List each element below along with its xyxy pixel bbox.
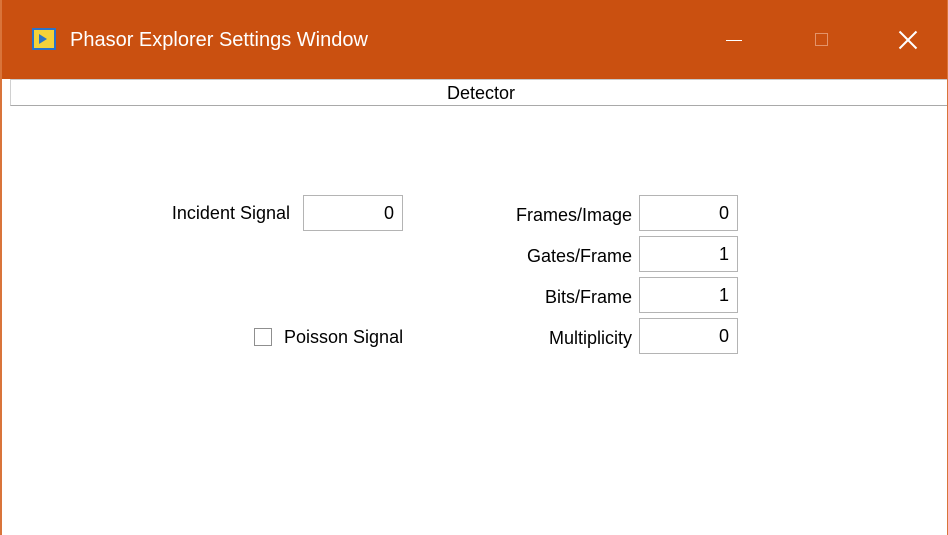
incident-signal-label: Incident Signal: [171, 203, 290, 223]
poisson-signal-checkbox[interactable]: [254, 328, 272, 346]
minimize-button[interactable]: [688, 0, 780, 79]
bits-per-frame-label: Bits/Frame: [544, 287, 632, 307]
frames-per-image-field[interactable]: 0: [639, 195, 738, 231]
multiplicity-label: Multiplicity: [548, 328, 632, 348]
bits-per-frame-field[interactable]: 1: [639, 277, 738, 313]
minimize-icon: [726, 40, 742, 41]
multiplicity-field[interactable]: 0: [639, 318, 738, 354]
title-bar[interactable]: Phasor Explorer Settings Window: [2, 0, 947, 79]
incident-signal-field[interactable]: 0: [303, 195, 403, 231]
frames-per-image-label: Frames/Image: [515, 205, 632, 225]
settings-window: Phasor Explorer Settings Window Detector…: [0, 0, 948, 535]
tab-detector-label: Detector: [446, 83, 516, 103]
window-title: Phasor Explorer Settings Window: [70, 29, 368, 51]
gates-per-frame-label: Gates/Frame: [526, 246, 632, 266]
poisson-signal-label: Poisson Signal: [284, 327, 404, 347]
tab-detector[interactable]: Detector: [10, 79, 947, 106]
maximize-icon: [815, 33, 828, 46]
labview-vi-icon: [32, 28, 56, 50]
gates-per-frame-field[interactable]: 1: [639, 236, 738, 272]
close-icon: [896, 28, 920, 52]
close-button[interactable]: [858, 0, 947, 79]
